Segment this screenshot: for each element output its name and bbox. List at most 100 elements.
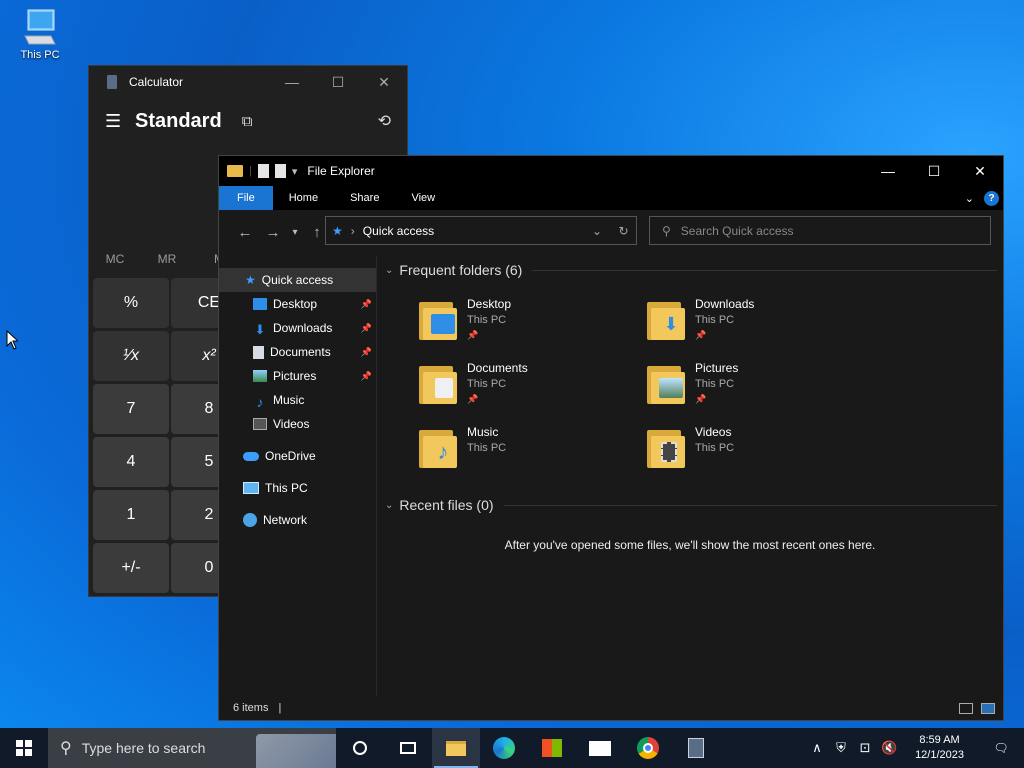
folder-tile-videos[interactable]: Videos This PC [647, 424, 867, 480]
maximize-icon[interactable]: ☐ [911, 163, 957, 180]
hamburger-menu-icon[interactable]: ☰ [105, 111, 135, 132]
properties-icon[interactable] [257, 164, 269, 178]
volume-muted-icon[interactable]: 🔇 [877, 740, 901, 756]
help-icon[interactable]: ? [984, 190, 999, 206]
large-icons-view-icon[interactable] [981, 702, 995, 714]
folder-tile-music[interactable]: ♪ Music This PC [419, 424, 639, 480]
nav-item-label: Pictures [273, 369, 317, 383]
store-icon[interactable] [528, 728, 576, 768]
calculator-icon[interactable] [672, 728, 720, 768]
folder-icon: ♪ [419, 426, 457, 470]
breadcrumb-separator-icon[interactable]: › [351, 224, 355, 238]
file-explorer-icon[interactable] [432, 728, 480, 768]
notifications-icon[interactable]: 🗨 [978, 741, 1024, 755]
tab-file[interactable]: File [219, 186, 273, 210]
digit-1-button[interactable]: 1 [93, 490, 169, 540]
this-pc-icon [243, 482, 259, 494]
taskbar: ⚲ Type here to search ∧ ⛨ ⊡ 🔇 8:59 AM 12… [0, 728, 1024, 768]
chrome-icon[interactable] [624, 728, 672, 768]
nav-item-onedrive[interactable]: OneDrive [219, 444, 376, 468]
desktop-icon-this-pc[interactable]: This PC [14, 8, 66, 61]
percent-button[interactable]: % [93, 278, 169, 328]
network-icon[interactable]: ⊡ [853, 740, 877, 756]
calculator-title: Calculator [129, 75, 184, 89]
nav-item-this-pc[interactable]: This PC [219, 476, 376, 500]
frequent-folders-header[interactable]: ⌄ Frequent folders (6) [385, 262, 997, 278]
folder-tile-pictures[interactable]: Pictures This PC 📌 [647, 360, 867, 416]
close-icon[interactable]: ✕ [361, 74, 407, 91]
search-placeholder[interactable]: Search Quick access [681, 224, 794, 238]
search-icon: ⚲ [60, 740, 72, 757]
tab-view[interactable]: View [395, 186, 451, 210]
digit-7-button[interactable]: 7 [93, 384, 169, 434]
back-arrow-icon[interactable]: ← [231, 224, 259, 241]
collapse-chevron-icon[interactable]: ⌄ [385, 265, 393, 276]
cortana-icon[interactable] [336, 728, 384, 768]
negate-button[interactable]: +/- [93, 543, 169, 593]
folder-tile-documents[interactable]: Documents This PC 📌 [419, 360, 639, 416]
folder-icon [647, 426, 685, 470]
search-icon: ⚲ [662, 223, 671, 238]
calculator-titlebar[interactable]: Calculator — ☐ ✕ [89, 66, 407, 98]
recent-locations-chevron-icon[interactable]: ▾ [287, 227, 303, 238]
pin-icon: 📌 [360, 346, 372, 357]
folder-icon [419, 362, 457, 406]
start-button[interactable] [0, 728, 48, 768]
security-icon[interactable]: ⛨ [829, 740, 853, 756]
keep-on-top-icon[interactable]: ⧉ [242, 113, 253, 130]
pin-icon: 📌 [467, 394, 479, 404]
tab-home[interactable]: Home [273, 186, 334, 210]
search-box[interactable]: ⚲ Search Quick access [649, 216, 991, 245]
minimize-icon[interactable]: — [865, 163, 911, 180]
nav-item-quick-access[interactable]: ★ Quick access [219, 268, 376, 292]
tab-share[interactable]: Share [334, 186, 395, 210]
nav-item-pictures[interactable]: Pictures 📌 [219, 364, 376, 388]
maximize-icon[interactable]: ☐ [315, 74, 361, 91]
navigation-pane: ★ Quick access Desktop 📌 ⬇ Downloads 📌 D… [219, 256, 377, 696]
calculator-app-icon [107, 75, 117, 89]
details-view-icon[interactable] [959, 702, 973, 714]
pin-icon: 📌 [360, 298, 372, 309]
mail-icon[interactable] [576, 728, 624, 768]
clock[interactable]: 8:59 AM 12/1/2023 [901, 733, 978, 763]
explorer-title: File Explorer [307, 164, 375, 178]
nav-item-network[interactable]: Network [219, 508, 376, 532]
nav-item-videos[interactable]: Videos [219, 412, 376, 436]
file-explorer-window[interactable]: | ▾ File Explorer — ☐ ✕ File Home Share … [218, 155, 1004, 721]
history-icon[interactable]: ⟲ [378, 111, 391, 131]
recent-files-header[interactable]: ⌄ Recent files (0) [385, 497, 997, 513]
task-view-icon[interactable] [384, 728, 432, 768]
expand-ribbon-chevron-icon[interactable]: ⌄ [965, 192, 974, 205]
item-count: 6 items [233, 702, 269, 714]
reciprocal-button[interactable]: ¹⁄x [93, 331, 169, 381]
collapse-chevron-icon[interactable]: ⌄ [385, 500, 393, 511]
forward-arrow-icon[interactable]: → [259, 224, 287, 241]
mr-button[interactable]: MR [141, 252, 193, 266]
show-hidden-icons-chevron-icon[interactable]: ∧ [805, 740, 829, 756]
mouse-cursor-icon [6, 330, 18, 350]
nav-item-downloads[interactable]: ⬇ Downloads 📌 [219, 316, 376, 340]
close-icon[interactable]: ✕ [957, 163, 1003, 180]
nav-item-music[interactable]: ♪ Music [219, 388, 376, 412]
folder-name: Pictures [695, 361, 739, 375]
new-folder-icon[interactable] [274, 164, 286, 178]
music-icon: ♪ [256, 394, 264, 410]
customize-toolbar-chevron-icon[interactable]: ▾ [292, 165, 298, 178]
pictures-icon [253, 370, 267, 382]
explorer-titlebar[interactable]: | ▾ File Explorer — ☐ ✕ [219, 156, 1003, 186]
edge-icon[interactable] [480, 728, 528, 768]
taskbar-search-box[interactable]: ⚲ Type here to search [48, 728, 336, 768]
address-bar[interactable]: ★ › Quick access ⌄ ↻ [325, 216, 637, 245]
refresh-icon[interactable]: ↻ [610, 223, 636, 238]
folder-tile-desktop[interactable]: Desktop This PC 📌 [419, 296, 639, 352]
star-icon: ★ [245, 273, 256, 287]
mc-button[interactable]: MC [89, 252, 141, 266]
minimize-icon[interactable]: — [269, 74, 315, 91]
nav-item-documents[interactable]: Documents 📌 [219, 340, 376, 364]
folder-name: Downloads [695, 297, 755, 311]
address-dropdown-icon[interactable]: ⌄ [592, 224, 602, 238]
folder-tile-downloads[interactable]: ⬇ Downloads This PC 📌 [647, 296, 867, 352]
nav-item-desktop[interactable]: Desktop 📌 [219, 292, 376, 316]
digit-4-button[interactable]: 4 [93, 437, 169, 487]
search-highlight-image [256, 734, 336, 768]
